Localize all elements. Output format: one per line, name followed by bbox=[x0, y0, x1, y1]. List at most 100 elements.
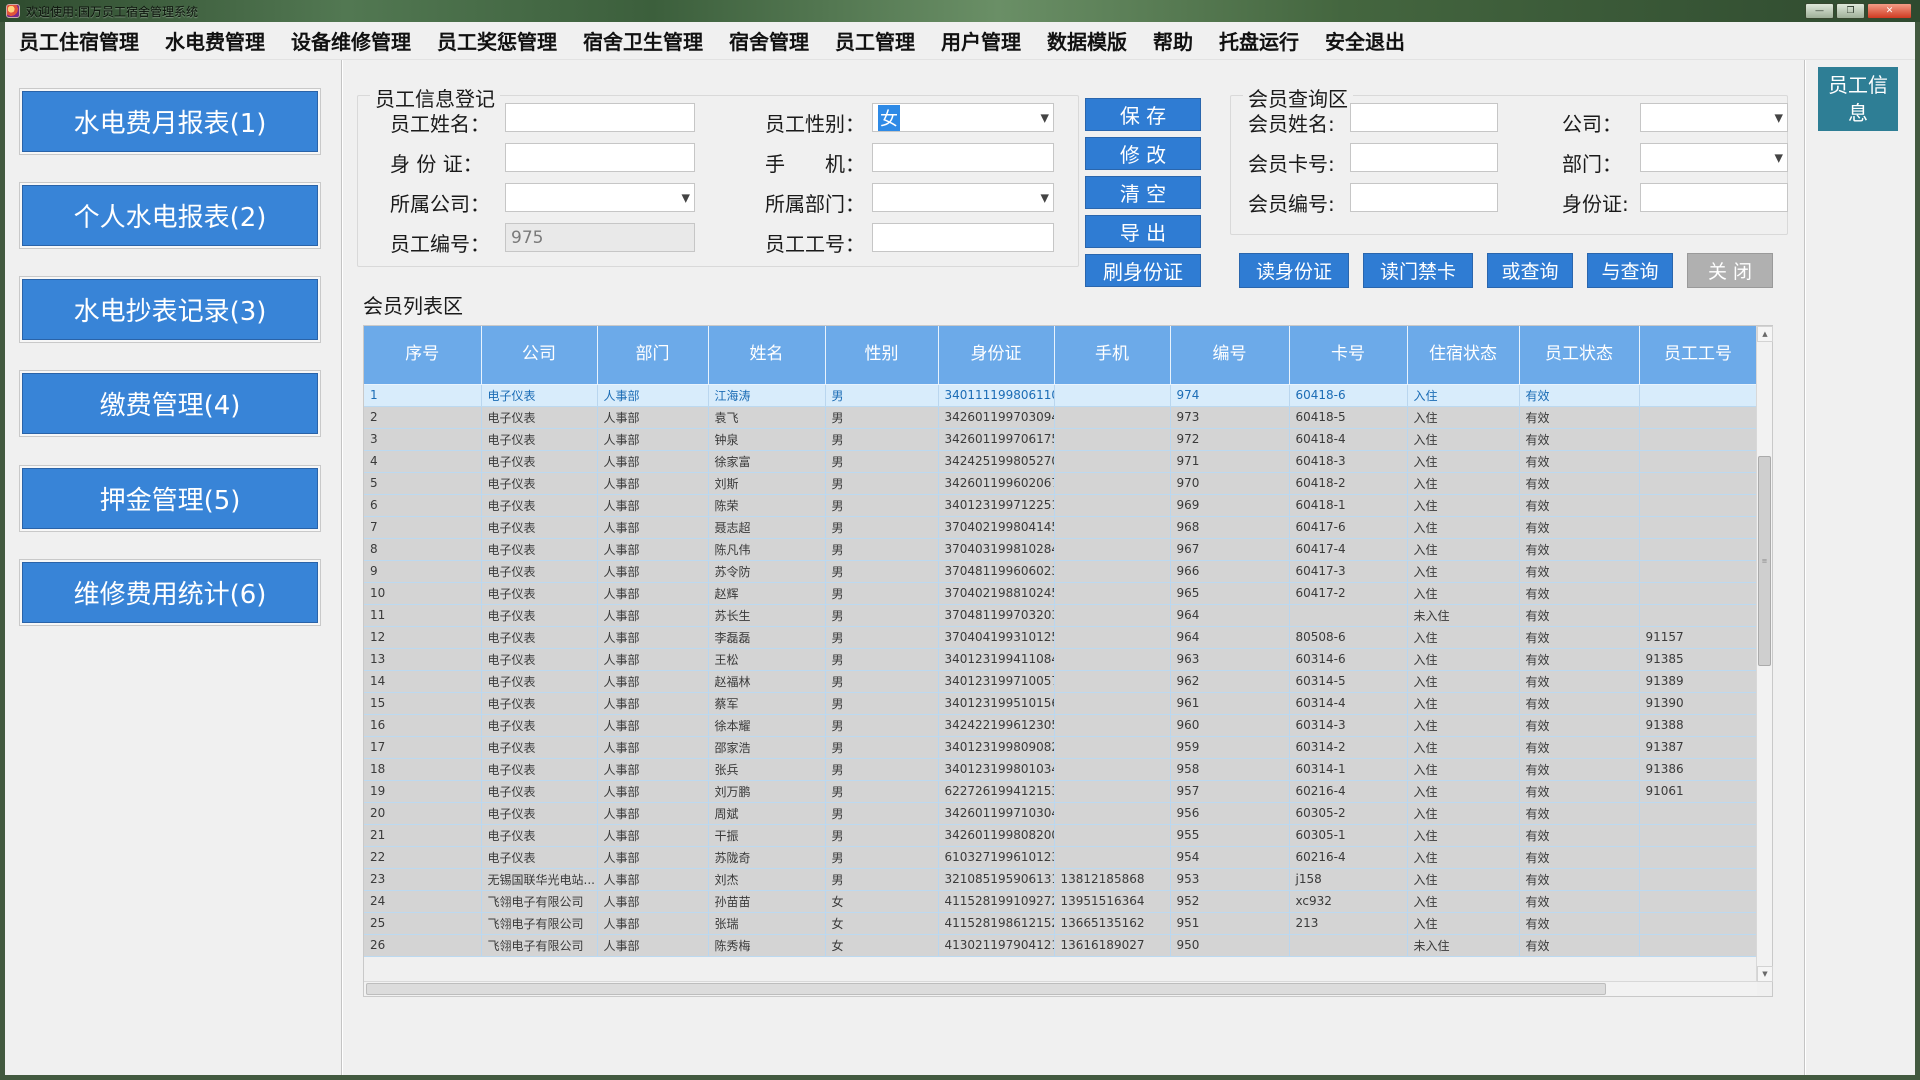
menu-item[interactable]: 托盘运行 bbox=[1206, 24, 1312, 57]
menu-item[interactable]: 数据模版 bbox=[1034, 24, 1140, 57]
column-header[interactable]: 员工工号 bbox=[1639, 326, 1757, 384]
table-row[interactable]: 17电子仪表人事部邵家浩男3401231998090820...95960314… bbox=[364, 736, 1757, 758]
member-card-field[interactable] bbox=[1350, 143, 1498, 172]
vertical-scroll-thumb[interactable]: ≡ bbox=[1758, 456, 1771, 666]
close-form-button[interactable]: 关 闭 bbox=[1687, 253, 1773, 288]
chevron-down-icon[interactable]: ▼ bbox=[1041, 191, 1049, 204]
sidebar-button[interactable]: 水电费月报表(1) bbox=[22, 91, 318, 152]
chevron-down-icon[interactable]: ▼ bbox=[682, 191, 690, 204]
table-row[interactable]: 22电子仪表人事部苏陇奇男6103271996101234...95460216… bbox=[364, 846, 1757, 868]
column-header[interactable]: 性别 bbox=[825, 326, 938, 384]
export-button[interactable]: 导 出 bbox=[1085, 215, 1201, 248]
department-combobox[interactable]: ▼ bbox=[872, 183, 1054, 212]
column-header[interactable]: 编号 bbox=[1170, 326, 1289, 384]
column-header[interactable]: 住宿状态 bbox=[1407, 326, 1519, 384]
member-no-field[interactable] bbox=[1350, 183, 1498, 212]
query-company-combobox[interactable]: ▼ bbox=[1640, 103, 1788, 132]
table-cell: 91061 bbox=[1639, 780, 1757, 802]
scroll-down-icon[interactable]: ▼ bbox=[1757, 966, 1773, 982]
column-header[interactable]: 公司 bbox=[481, 326, 597, 384]
table-row[interactable]: 20电子仪表人事部周斌男3426011997103040...95660305-… bbox=[364, 802, 1757, 824]
column-header[interactable]: 序号 bbox=[364, 326, 481, 384]
table-row[interactable]: 14电子仪表人事部赵福林男3401231997100572...96260314… bbox=[364, 670, 1757, 692]
table-row[interactable]: 2电子仪表人事部袁飞男3426011997030946...97360418-5… bbox=[364, 406, 1757, 428]
chevron-down-icon[interactable]: ▼ bbox=[1775, 151, 1783, 164]
menu-item[interactable]: 安全退出 bbox=[1312, 24, 1418, 57]
horizontal-scrollbar[interactable] bbox=[364, 981, 1757, 996]
table-row[interactable]: 24飞翎电子有限公司人事部孙苗苗女4115281991092729...1395… bbox=[364, 890, 1757, 912]
sidebar-button[interactable]: 押金管理(5) bbox=[22, 468, 318, 529]
column-header[interactable]: 姓名 bbox=[708, 326, 825, 384]
scroll-up-icon[interactable]: ▲ bbox=[1757, 326, 1773, 342]
menu-item[interactable]: 员工住宿管理 bbox=[6, 24, 152, 57]
chevron-down-icon[interactable]: ▼ bbox=[1775, 111, 1783, 124]
menu-item[interactable]: 帮助 bbox=[1140, 24, 1206, 57]
table-row[interactable]: 8电子仪表人事部陈凡伟男3704031998102841...96760417-… bbox=[364, 538, 1757, 560]
menu-item[interactable]: 员工管理 bbox=[822, 24, 928, 57]
or-query-button[interactable]: 或查询 bbox=[1487, 253, 1573, 288]
maximize-button[interactable]: ❐ bbox=[1836, 3, 1865, 19]
table-row[interactable]: 19电子仪表人事部刘万鹏男6227261994121530...95760216… bbox=[364, 780, 1757, 802]
save-button[interactable]: 保 存 bbox=[1085, 98, 1201, 131]
table-row[interactable]: 16电子仪表人事部徐本耀男3424221996123052...96060314… bbox=[364, 714, 1757, 736]
table-row[interactable]: 12电子仪表人事部李磊磊男3704041993101250...96480508… bbox=[364, 626, 1757, 648]
query-id-card-field[interactable] bbox=[1640, 183, 1788, 212]
table-cell: 男 bbox=[825, 802, 938, 824]
table-cell: 16 bbox=[364, 714, 481, 736]
modify-button[interactable]: 修 改 bbox=[1085, 137, 1201, 170]
table-row[interactable]: 11电子仪表人事部苏长生男3704811997032038...964未入住有效 bbox=[364, 604, 1757, 626]
table-row[interactable]: 23无锡国联华光电站...人事部刘杰男3210851959061318...13… bbox=[364, 868, 1757, 890]
phone-field[interactable] bbox=[872, 143, 1054, 172]
employee-info-button[interactable]: 员工信息 bbox=[1818, 67, 1898, 131]
vertical-scrollbar[interactable]: ▲ ≡ ▼ bbox=[1756, 326, 1772, 982]
company-combobox[interactable]: ▼ bbox=[505, 183, 695, 212]
sidebar-button[interactable]: 缴费管理(4) bbox=[22, 373, 318, 434]
swipe-id-button[interactable]: 刷身份证 bbox=[1085, 254, 1201, 287]
table-row[interactable]: 18电子仪表人事部张兵男3401231998010348...95860314-… bbox=[364, 758, 1757, 780]
close-button[interactable]: ✕ bbox=[1867, 3, 1912, 19]
table-row[interactable]: 1电子仪表人事部江海涛男3401111998061105...97460418-… bbox=[364, 384, 1757, 406]
table-row[interactable]: 15电子仪表人事部蔡军男3401231995101562...96160314-… bbox=[364, 692, 1757, 714]
read-access-card-button[interactable]: 读门禁卡 bbox=[1363, 253, 1473, 288]
table-row[interactable]: 13电子仪表人事部王松男3401231994110848...96360314-… bbox=[364, 648, 1757, 670]
table-row[interactable]: 6电子仪表人事部陈荣男3401231997122516...96960418-1… bbox=[364, 494, 1757, 516]
sidebar-button[interactable]: 维修费用统计(6) bbox=[22, 562, 318, 623]
gender-combobox[interactable]: 女 ▼ bbox=[872, 103, 1054, 132]
table-row[interactable]: 9电子仪表人事部苏令防男3704811996060238...96660417-… bbox=[364, 560, 1757, 582]
minimize-button[interactable]: — bbox=[1805, 3, 1834, 19]
column-header[interactable]: 部门 bbox=[597, 326, 708, 384]
column-header[interactable]: 卡号 bbox=[1289, 326, 1407, 384]
table-row[interactable]: 25飞翎电子有限公司人事部张瑞女4115281986121529...13665… bbox=[364, 912, 1757, 934]
work-no-field[interactable] bbox=[872, 223, 1054, 252]
clear-button[interactable]: 清 空 bbox=[1085, 176, 1201, 209]
and-query-button[interactable]: 与查询 bbox=[1587, 253, 1673, 288]
table-cell: 972 bbox=[1170, 428, 1289, 450]
table-row[interactable]: 26飞翎电子有限公司人事部陈秀梅女4130211979041219...1361… bbox=[364, 934, 1757, 956]
menu-item[interactable]: 水电费管理 bbox=[152, 24, 278, 57]
table-row[interactable]: 7电子仪表人事部聂志超男3704021998041453...96860417-… bbox=[364, 516, 1757, 538]
column-header[interactable]: 员工状态 bbox=[1519, 326, 1639, 384]
sidebar-button[interactable]: 个人水电报表(2) bbox=[22, 185, 318, 246]
table-row[interactable]: 5电子仪表人事部刘斯男3426011996020671...97060418-2… bbox=[364, 472, 1757, 494]
table-row[interactable]: 4电子仪表人事部徐家富男3424251998052705...97160418-… bbox=[364, 450, 1757, 472]
name-field[interactable] bbox=[505, 103, 695, 132]
horizontal-scroll-thumb[interactable] bbox=[366, 983, 1606, 995]
table-cell: 959 bbox=[1170, 736, 1289, 758]
table-row[interactable]: 10电子仪表人事部赵辉男3704021988102453...96560417-… bbox=[364, 582, 1757, 604]
column-header[interactable]: 身份证 bbox=[938, 326, 1054, 384]
query-department-combobox[interactable]: ▼ bbox=[1640, 143, 1788, 172]
menu-item[interactable]: 员工奖惩管理 bbox=[424, 24, 570, 57]
table-row[interactable]: 3电子仪表人事部钟泉男3426011997061753...97260418-4… bbox=[364, 428, 1757, 450]
sidebar-button[interactable]: 水电抄表记录(3) bbox=[22, 279, 318, 340]
chevron-down-icon[interactable]: ▼ bbox=[1041, 111, 1049, 124]
menu-item[interactable]: 宿舍卫生管理 bbox=[570, 24, 716, 57]
menu-item[interactable]: 用户管理 bbox=[928, 24, 1034, 57]
menu-item[interactable]: 宿舍管理 bbox=[716, 24, 822, 57]
read-id-button[interactable]: 读身份证 bbox=[1239, 253, 1349, 288]
menu-item[interactable]: 设备维修管理 bbox=[278, 24, 424, 57]
id-card-field[interactable] bbox=[505, 143, 695, 172]
table-row[interactable]: 21电子仪表人事部干振男3426011998082002...95560305-… bbox=[364, 824, 1757, 846]
table-cell: 10 bbox=[364, 582, 481, 604]
column-header[interactable]: 手机 bbox=[1054, 326, 1170, 384]
member-name-field[interactable] bbox=[1350, 103, 1498, 132]
